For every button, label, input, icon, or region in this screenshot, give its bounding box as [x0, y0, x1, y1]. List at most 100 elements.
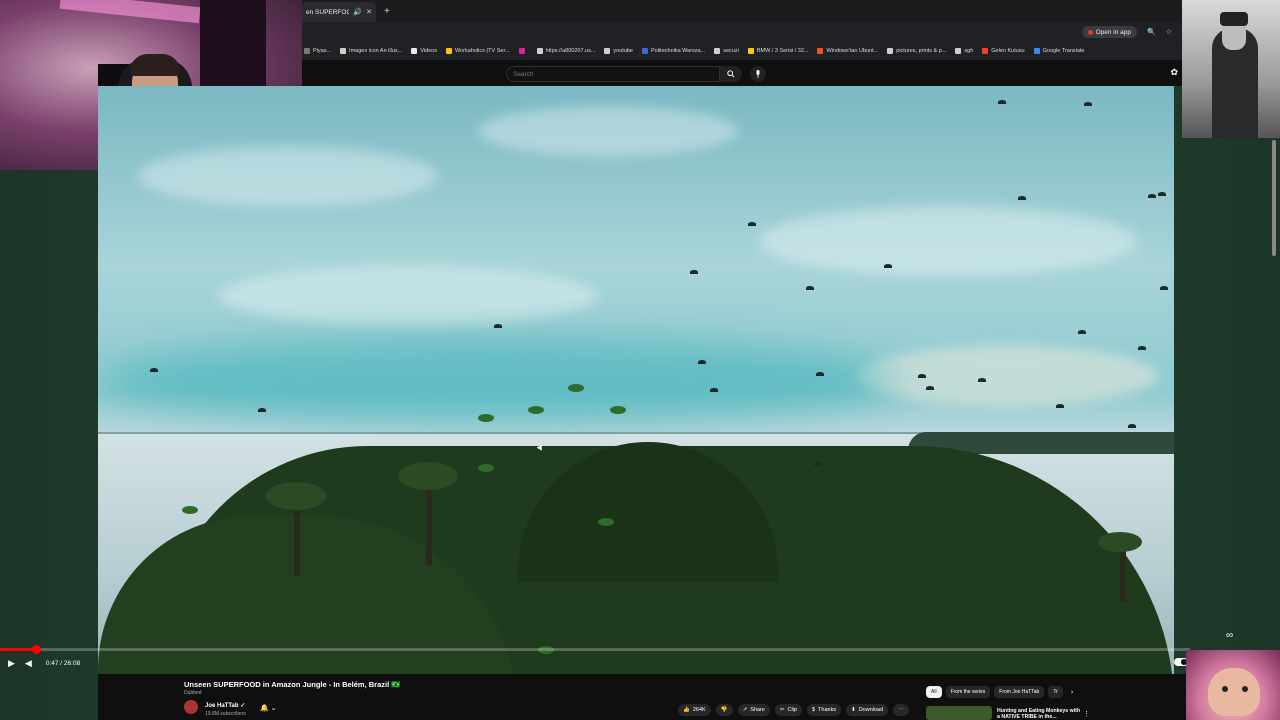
- page-scrollbar[interactable]: [1272, 140, 1276, 256]
- new-tab-button[interactable]: +: [384, 6, 390, 17]
- bookmark-item[interactable]: Videos: [411, 48, 437, 54]
- bookmark-item[interactable]: sgh: [955, 48, 973, 54]
- palm-crown: [1098, 532, 1142, 552]
- bookmark-label: Workaholics (TV Ser...: [454, 48, 510, 54]
- bookmark-item[interactable]: Piyas...: [304, 48, 331, 54]
- tab-title: en SUPERFOOD: [306, 8, 350, 16]
- filter-chip[interactable]: All: [926, 686, 942, 698]
- bird: [1078, 330, 1086, 334]
- bookmark-item[interactable]: Gelen Kutusu: [982, 48, 1025, 54]
- recommendation-chips: All From the series From Joe HaTTab Tr ›: [926, 686, 1073, 698]
- bird: [884, 264, 892, 268]
- bookmark-icon: [982, 48, 989, 54]
- parrot: [610, 406, 626, 414]
- video-player[interactable]: [98, 86, 1174, 674]
- bookmark-label: sgh: [964, 48, 974, 54]
- bird: [1056, 404, 1064, 408]
- settings-gear-icon[interactable]: ✿: [1170, 67, 1178, 78]
- filter-chip[interactable]: From Joe HaTTab: [994, 686, 1045, 698]
- bookmark-item[interactable]: Workaholics (TV Ser...: [445, 48, 510, 54]
- teal-sky-band: [98, 336, 898, 426]
- bookmark-icon: [955, 48, 962, 54]
- bird: [748, 222, 756, 226]
- chevron-right-icon[interactable]: ›: [1071, 689, 1073, 696]
- bookmark-item[interactable]: Google Translate: [1033, 48, 1085, 54]
- play-icon[interactable]: ▶: [8, 658, 15, 669]
- channel-avatar[interactable]: [184, 700, 198, 714]
- bookmark-label: pictures, prints & p...: [896, 48, 947, 54]
- subscriber-count: 19.8M subscribers: [205, 711, 246, 717]
- bird: [814, 462, 822, 466]
- cloud: [138, 146, 438, 206]
- recommendation-title[interactable]: Hunting and Eating Monkeys with a NATIVE…: [997, 708, 1083, 720]
- bird: [1128, 424, 1136, 428]
- progress-bar[interactable]: [0, 645, 1190, 654]
- search-button[interactable]: [720, 66, 742, 82]
- download-icon: ⬇: [851, 707, 856, 713]
- bookmark-item[interactable]: Politechnika Warsza...: [642, 48, 705, 54]
- bookmark-label: Videos: [420, 48, 437, 54]
- clip-icon: ✂: [779, 707, 785, 713]
- youtube-header: Search ✿: [302, 60, 1182, 86]
- thanks-button[interactable]: $ Thanks: [806, 704, 842, 716]
- like-icon: 👍: [683, 707, 690, 713]
- bookmark-item[interactable]: youtube: [604, 48, 633, 54]
- speaker-icon[interactable]: 🔊: [353, 8, 362, 16]
- bird: [1148, 194, 1156, 198]
- bookmark-item[interactable]: BMW / 3 Serisi / 32...: [747, 48, 808, 54]
- share-button[interactable]: ↗ Share: [737, 704, 770, 716]
- time-display: 0:47 / 26:08: [45, 659, 81, 667]
- parrot: [528, 406, 544, 414]
- bookmark-label: Windows'tan Ubunt...: [826, 48, 879, 54]
- search-input[interactable]: Search: [506, 66, 720, 82]
- bookmarks-bar: Piyas... Images icon An illus... Videos Wor…: [302, 42, 1182, 60]
- bird: [1138, 346, 1146, 350]
- palm-crown: [266, 482, 326, 510]
- parrot: [182, 506, 198, 514]
- zoom-icon[interactable]: 🔍: [1147, 28, 1156, 36]
- bookmark-star-icon[interactable]: ☆: [1166, 28, 1172, 36]
- notification-bell-icon[interactable]: 🔔 ⌄: [260, 704, 277, 712]
- voice-search-button[interactable]: [750, 66, 766, 82]
- bird: [710, 388, 718, 392]
- video-details: Unseen SUPERFOOD in Amazon Jungle - In B…: [98, 674, 1186, 720]
- tab-strip: en SUPERFOOD 🔊 ✕ +: [302, 0, 1182, 22]
- youtube-dot-icon: [1087, 29, 1093, 35]
- cat-face: [1208, 668, 1260, 716]
- open-in-app-button[interactable]: Open in app: [1081, 26, 1137, 38]
- bird: [1160, 286, 1168, 290]
- bookmark-label: Politechnika Warsza...: [651, 48, 706, 54]
- dislike-button[interactable]: 👎: [715, 704, 733, 716]
- clip-button[interactable]: ✂ Clip: [774, 704, 802, 716]
- filter-chip[interactable]: From the series: [945, 686, 991, 698]
- cloud: [218, 266, 598, 326]
- bookmark-icon: [817, 48, 824, 54]
- bookmark-icon: [445, 48, 452, 54]
- recommendation-more-icon[interactable]: ⋮: [1083, 710, 1090, 718]
- bookmark-item[interactable]: secuzi: [714, 48, 739, 54]
- led-light: [59, 0, 201, 24]
- dislike-icon: 👎: [720, 707, 728, 713]
- close-tab-icon[interactable]: ✕: [366, 8, 372, 16]
- player-controls: ▶ ◀ 0:47 / 26:08: [0, 652, 1190, 674]
- channel-name[interactable]: Joe HaTTab ✓: [205, 702, 245, 709]
- bookmark-item[interactable]: [518, 48, 528, 54]
- cloud: [478, 106, 738, 156]
- bookmark-item[interactable]: Images icon An illus...: [340, 48, 402, 54]
- bookmark-item[interactable]: pictures, prints & p...: [887, 48, 946, 54]
- bookmark-icon: [304, 48, 310, 54]
- recommendation-thumbnail[interactable]: [926, 706, 992, 720]
- like-button[interactable]: 👍 264K: [678, 704, 711, 716]
- like-label: 264K: [692, 707, 706, 713]
- volume-icon[interactable]: ◀: [25, 658, 32, 669]
- more-actions-button[interactable]: ⋯: [893, 704, 909, 716]
- bookmark-icon: [604, 48, 611, 54]
- bookmark-item[interactable]: https://a800207.us...: [536, 48, 596, 54]
- filter-chip[interactable]: Tr: [1048, 686, 1063, 698]
- cat-eye: [1242, 686, 1248, 692]
- active-tab[interactable]: en SUPERFOOD 🔊 ✕: [302, 2, 376, 22]
- bookmark-label: https://a800207.us...: [545, 48, 596, 54]
- download-button[interactable]: ⬇ Download: [846, 704, 889, 716]
- download-label: Download: [858, 707, 884, 713]
- bookmark-item[interactable]: Windows'tan Ubunt...: [817, 48, 878, 54]
